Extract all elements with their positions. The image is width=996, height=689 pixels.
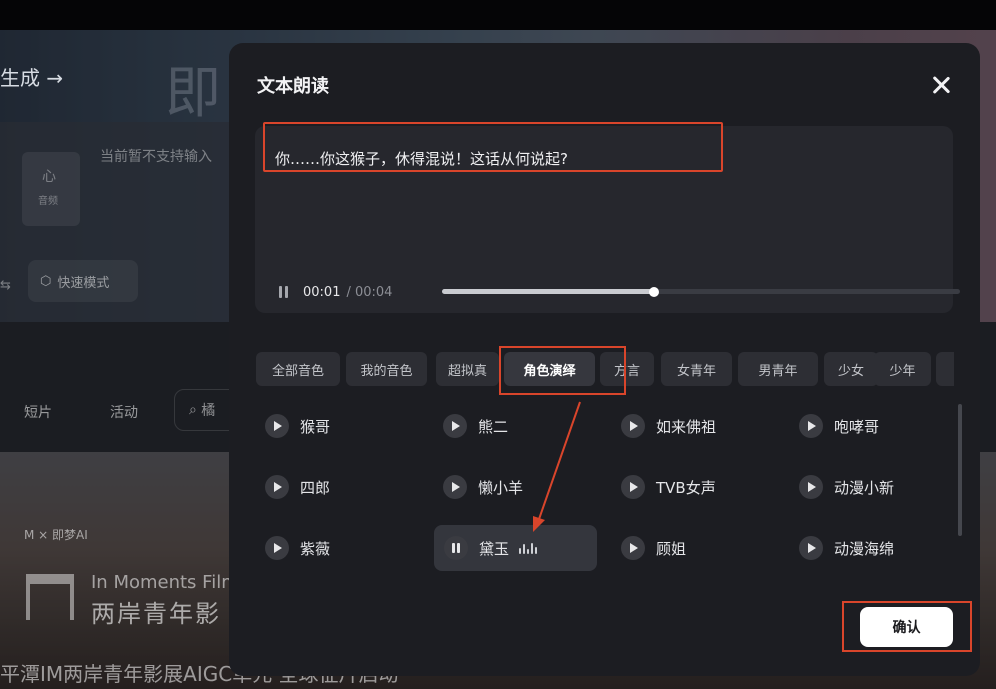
dialog-title: 文本朗读 <box>257 76 329 97</box>
progress-fill <box>442 289 655 294</box>
tab-4[interactable]: 方言 <box>600 352 654 386</box>
voice-label: 如来佛祖 <box>656 417 717 436</box>
tab-0[interactable]: 全部音色 <box>256 352 340 386</box>
fast-mode-label: 快速模式 <box>57 275 110 291</box>
progress-bar[interactable] <box>442 286 960 297</box>
fast-mode-button[interactable]: ⬡ 快速模式 <box>28 260 138 302</box>
voice-label: TVB女声 <box>656 478 716 497</box>
nav-item-events[interactable]: 活动 <box>110 402 138 422</box>
progress-handle[interactable] <box>649 286 660 297</box>
play-icon[interactable] <box>443 414 467 438</box>
voice-item[interactable]: TVB女声 <box>611 464 726 510</box>
play-icon[interactable] <box>621 536 645 560</box>
film-title-en: In Moments Film <box>91 572 239 593</box>
voice-category-tabs: 全部音色 我的音色 超拟真 角色演绎 方言 女青年 男青年 少女 少年 <box>256 352 954 388</box>
generate-link[interactable]: 生成 → <box>0 62 63 91</box>
voice-label: 黛玉 <box>479 539 510 558</box>
reading-text: 你……你这猴子，休得混说！这话从何说起? <box>275 150 568 168</box>
tab-8[interactable]: 少年 <box>874 352 931 386</box>
pause-icon[interactable] <box>444 536 468 560</box>
audio-card[interactable] <box>22 152 80 226</box>
tab-5[interactable]: 女青年 <box>661 352 732 386</box>
voice-list-scrollbar[interactable] <box>958 404 962 536</box>
audio-player: 00:01 / 00:04 <box>277 282 392 302</box>
total-time: / 00:04 <box>346 284 393 300</box>
tab-2[interactable]: 超拟真 <box>436 352 499 386</box>
play-icon[interactable] <box>443 475 467 499</box>
voice-item[interactable]: 咆哮哥 <box>789 403 889 449</box>
screen: 即 生成 → 心 音频 当前暂不支持输入 ⇆ ⬡ 快速模式 短片 活动 ⌕ 橘 … <box>0 0 996 689</box>
sound-wave-icon <box>519 542 538 554</box>
text-reading-dialog: 文本朗读 你……你这猴子，休得混说！这话从何说起? 00:01 / 00:04 … <box>229 43 980 676</box>
film-logo-mark <box>26 574 74 620</box>
play-icon[interactable] <box>621 475 645 499</box>
voice-item[interactable]: 黛玉 <box>434 525 597 571</box>
play-icon[interactable] <box>621 414 645 438</box>
voice-list: 猴哥 熊二 如来佛祖 咆哮哥四郎 懒小羊 TVB女声 动漫小新紫薇 黛玉 顾姐 动漫海绵 <box>255 403 955 603</box>
confirm-button[interactable]: 确认 <box>860 607 953 647</box>
voice-label: 动漫小新 <box>834 478 895 497</box>
voice-item[interactable]: 懒小羊 <box>433 464 533 510</box>
swap-icon[interactable]: ⇆ <box>0 278 11 293</box>
voice-label: 紫薇 <box>300 539 331 558</box>
voice-item[interactable]: 顾姐 <box>611 525 696 571</box>
hero-logo-char: 即 <box>165 61 221 126</box>
pause-icon[interactable] <box>277 285 291 299</box>
play-icon[interactable] <box>799 536 823 560</box>
app-topbar <box>0 0 996 30</box>
play-icon[interactable] <box>799 475 823 499</box>
audio-card-label: 音频 <box>38 196 58 207</box>
close-icon[interactable] <box>927 71 955 99</box>
partner-logos: M × 即梦AI <box>24 528 88 542</box>
tab-7[interactable]: 少女 <box>824 352 878 386</box>
play-icon[interactable] <box>265 536 289 560</box>
voice-item[interactable]: 猴哥 <box>255 403 340 449</box>
tab-9[interactable] <box>936 352 954 386</box>
voice-label: 咆哮哥 <box>834 417 880 436</box>
tab-6[interactable]: 男青年 <box>738 352 818 386</box>
play-icon[interactable] <box>265 414 289 438</box>
nav-item-shorts[interactable]: 短片 <box>24 402 52 422</box>
text-preview-area[interactable]: 你……你这猴子，休得混说！这话从何说起? 00:01 / 00:04 <box>255 122 960 313</box>
cube-icon: ⬡ <box>40 273 52 289</box>
current-time: 00:01 <box>303 284 341 300</box>
search-text: 橘 <box>201 403 216 419</box>
voice-item[interactable]: 动漫小新 <box>789 464 904 510</box>
play-icon[interactable] <box>799 414 823 438</box>
search-icon: ⌕ <box>189 402 202 418</box>
voice-label: 动漫海绵 <box>834 539 895 558</box>
voice-label: 懒小羊 <box>478 478 524 497</box>
voice-label: 四郎 <box>300 478 331 497</box>
voice-label: 顾姐 <box>656 539 687 558</box>
tab-1[interactable]: 我的音色 <box>346 352 427 386</box>
play-icon[interactable] <box>265 475 289 499</box>
voice-item[interactable]: 熊二 <box>433 403 518 449</box>
voice-item[interactable]: 四郎 <box>255 464 340 510</box>
voice-label: 猴哥 <box>300 417 331 436</box>
voice-item[interactable]: 如来佛祖 <box>611 403 726 449</box>
film-title-zh: 两岸青年影 <box>91 600 221 628</box>
audio-card-icon: 心 <box>42 169 56 185</box>
tab-3[interactable]: 角色演绎 <box>504 352 595 386</box>
input-hint: 当前暂不支持输入 <box>100 149 212 165</box>
voice-item[interactable]: 动漫海绵 <box>789 525 904 571</box>
voice-item[interactable]: 紫薇 <box>255 525 340 571</box>
voice-label: 熊二 <box>478 417 509 436</box>
